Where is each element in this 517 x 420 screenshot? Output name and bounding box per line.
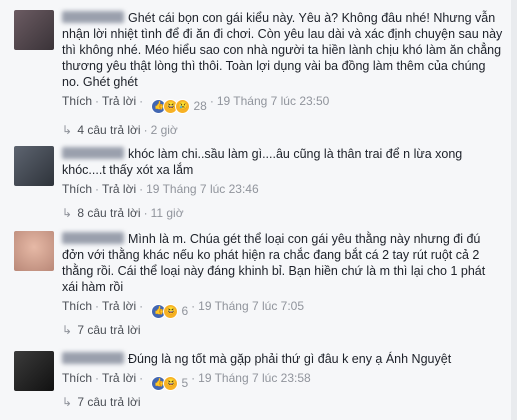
timestamp[interactable]: 19 Tháng 7 lúc 23:46 [146,182,259,196]
comment-text: Mình là m. Chúa gét thể loại con gái yêu… [62,232,486,294]
author-name[interactable] [62,352,124,364]
replies-link[interactable]: ↳ 8 câu trả lời · 11 giờ [62,206,184,220]
replies-count: 7 câu trả lời [77,323,141,337]
timestamp[interactable]: 19 Tháng 7 lúc 23:58 [198,371,311,385]
replies-time: 2 giờ [150,123,178,137]
replies-count: 8 câu trả lời [77,206,141,220]
avatar[interactable] [14,10,54,50]
reactions[interactable]: 👍 😆 6 [151,303,188,319]
scrollbar[interactable] [511,0,517,420]
replies-count: 4 câu trả lời [77,123,141,137]
reply-arrow-icon: ↳ [62,206,73,220]
comments-panel: Ghét cái bọn con gái kiểu này. Yêu à? Kh… [0,0,517,420]
comment-actions: Thích · Trả lời · 19 Tháng 7 lúc 23:46 [62,182,259,196]
haha-icon: 😆 [163,375,179,391]
avatar[interactable] [14,146,54,186]
reactions[interactable]: 👍 😆 😢 28 [151,98,207,114]
like-link[interactable]: Thích [62,371,92,385]
reaction-count: 6 [181,304,189,318]
avatar[interactable] [14,351,54,391]
reply-arrow-icon: ↳ [62,323,73,337]
author-name[interactable] [62,147,124,159]
replies-link[interactable]: ↳ 7 câu trả lời [62,323,141,337]
like-link[interactable]: Thích [62,299,92,313]
comment-text: Đúng là ng tốt mà gặp phải thứ gì đâu k … [128,352,452,366]
reply-arrow-icon: ↳ [62,123,73,137]
reaction-count: 28 [193,99,207,113]
comment-actions: Thích · Trả lời · 👍 😆 😢 28 · 19 Tháng 7 lúc 23… [62,94,330,114]
author-name[interactable] [62,232,124,244]
haha-icon: 😆 [163,303,179,319]
like-link[interactable]: Thích [62,94,92,108]
sad-icon: 😢 [175,98,191,114]
comment-actions: Thích · Trả lời · 👍 😆 5 · 19 Tháng 7 lúc 23:5… [62,371,311,391]
reply-link[interactable]: Trả lời [102,371,136,385]
reply-link[interactable]: Trả lời [102,299,136,313]
timestamp[interactable]: 19 Tháng 7 lúc 23:50 [217,94,330,108]
reply-link[interactable]: Trả lời [102,182,136,196]
reply-arrow-icon: ↳ [62,395,73,409]
reaction-count: 5 [181,376,189,390]
replies-time: 11 giờ [150,206,184,220]
author-name[interactable] [62,11,124,23]
replies-link[interactable]: ↳ 7 câu trả lời [62,395,141,409]
timestamp[interactable]: 19 Tháng 7 lúc 7:05 [198,299,304,313]
replies-link[interactable]: ↳ 4 câu trả lời · 2 giờ [62,123,178,137]
reply-link[interactable]: Trả lời [102,94,136,108]
reactions[interactable]: 👍 😆 5 [151,375,188,391]
avatar[interactable] [14,231,54,271]
like-link[interactable]: Thích [62,182,92,196]
comment-actions: Thích · Trả lời · 👍 😆 6 · 19 Tháng 7 lúc 7:05 [62,299,305,319]
comment-text: Ghét cái bọn con gái kiểu này. Yêu à? Kh… [62,11,503,89]
replies-count: 7 câu trả lời [77,395,141,409]
